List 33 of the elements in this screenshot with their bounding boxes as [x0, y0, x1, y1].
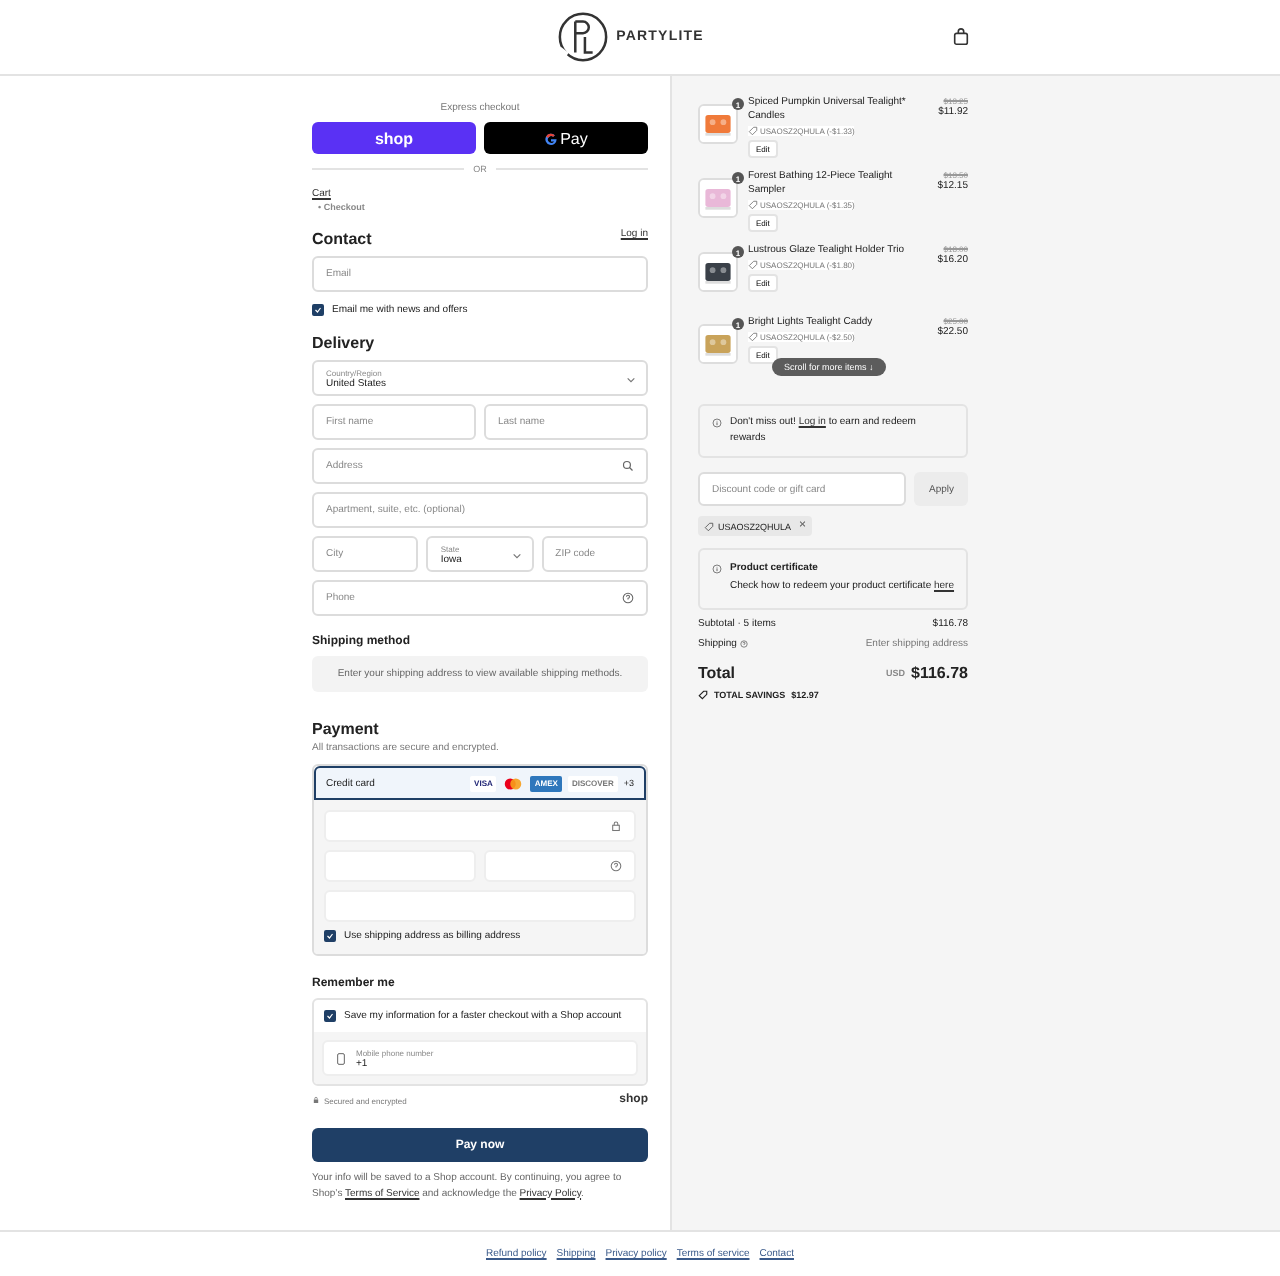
total-label: Total [698, 663, 736, 681]
help-icon [622, 592, 634, 604]
info-icon [712, 564, 722, 574]
lock-icon [312, 1096, 320, 1104]
shop-pay-button[interactable]: shop [312, 122, 476, 154]
help-icon [740, 639, 749, 647]
google-logo-icon [544, 131, 559, 145]
tag-icon [698, 689, 708, 699]
checkbox[interactable] [312, 304, 324, 316]
section-heading: Contact [312, 230, 372, 248]
phone-icon [336, 1051, 346, 1065]
bag-icon[interactable] [952, 28, 970, 46]
tag-icon [748, 200, 758, 210]
section-heading: Delivery [312, 334, 377, 352]
checkbox[interactable] [324, 1010, 336, 1022]
tag-icon [748, 126, 758, 136]
mastercard-icon [502, 775, 525, 791]
card-field[interactable] [484, 850, 636, 882]
section-heading: Payment [312, 720, 381, 738]
tag-icon [704, 521, 714, 531]
logo-icon [556, 10, 611, 64]
tag-icon [748, 260, 758, 270]
tag-icon [748, 332, 758, 342]
info-icon [712, 418, 722, 428]
chevron-icon [626, 376, 636, 384]
google-pay-button[interactable]: Pay [484, 122, 648, 154]
checkbox[interactable] [324, 930, 336, 942]
chevron-icon [511, 552, 522, 560]
lock-icon [610, 820, 622, 832]
help-icon [610, 860, 622, 872]
search-icon [622, 460, 634, 472]
total-amount: $116.78 [911, 663, 968, 681]
card-field[interactable] [324, 810, 636, 842]
